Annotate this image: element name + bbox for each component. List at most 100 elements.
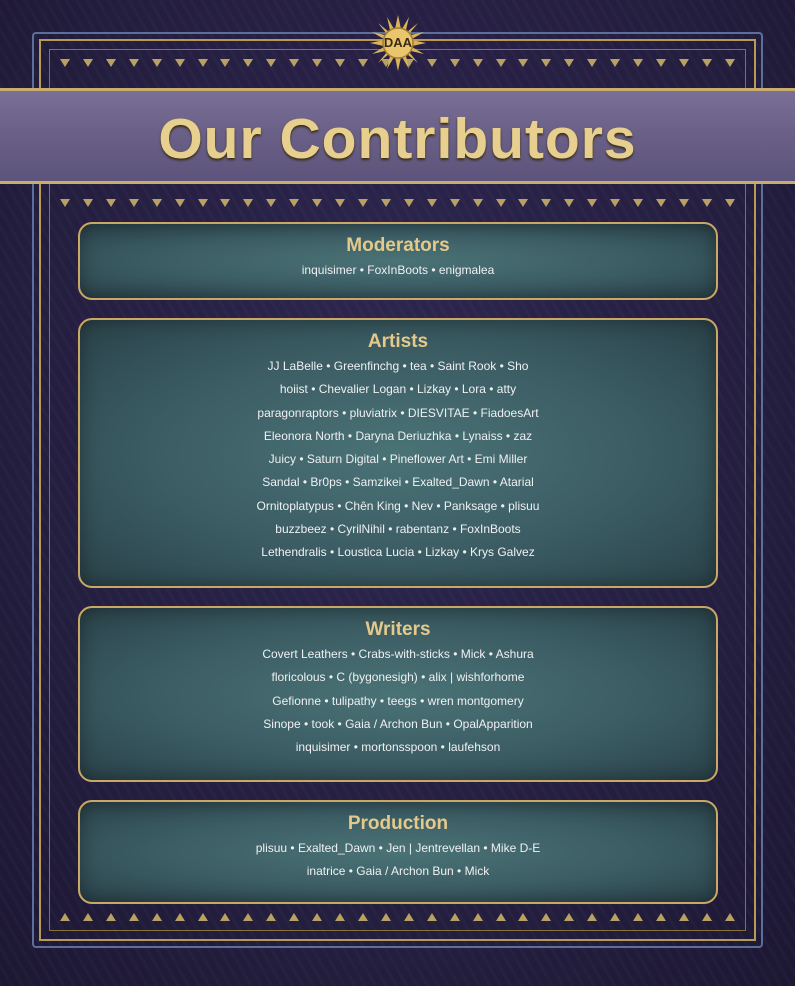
moderators-line: inquisimer • FoxInBoots • enigmalea	[301, 263, 495, 277]
triangle-ornament	[266, 913, 277, 921]
artists-line: Sandal • Br0ps • Samzikei • Exalted_Dawn…	[262, 475, 534, 490]
triangle-ornament	[518, 913, 529, 921]
writers-line: Covert Leathers • Crabs-with-sticks • Mi…	[262, 647, 534, 661]
triangle-ornament	[701, 199, 712, 207]
triangle-ornament	[197, 913, 208, 921]
artists-line: Lethendralis • Loustica Lucia • Lizkay •…	[261, 545, 535, 560]
triangle-ornament	[82, 913, 93, 921]
artists-line: Eleonora North • Daryna Deriuzhka • Lyna…	[263, 428, 533, 443]
triangle-ornament	[357, 59, 368, 67]
triangle-ornament	[587, 913, 598, 921]
writers-line: Sinope • took • Gaia / Archon Bun • Opal…	[263, 716, 533, 731]
triangle-ornament	[243, 913, 254, 921]
triangle-ornament	[151, 59, 162, 67]
moderators-title: Moderators	[346, 235, 450, 256]
triangle-ornament	[174, 59, 185, 67]
artists-line: JJ LaBelle • Greenfinchg • tea • Saint R…	[267, 359, 529, 373]
triangle-ornament	[541, 199, 552, 207]
triangle-ornament	[266, 59, 277, 67]
triangle-ornament	[60, 913, 70, 921]
triangle-ornament	[197, 59, 208, 67]
triangle-ornament	[678, 199, 689, 207]
artists-line: Ornitoplatypus • Chên King • Nev • Panks…	[256, 498, 540, 513]
moderators-list: inquisimer • FoxInBoots • enigmalea	[80, 259, 716, 282]
triangle-ornament	[472, 913, 483, 921]
triangle-ornament	[335, 59, 346, 67]
triangle-ornament	[518, 199, 529, 207]
triangle-ornament	[60, 199, 70, 207]
writers-line: floricolous • C (bygonesigh) • alix | wi…	[271, 670, 525, 685]
production-line: plisuu • Exalted_Dawn • Jen | Jentrevell…	[255, 841, 541, 855]
triangle-ornament	[701, 59, 712, 67]
triangle-ornament	[633, 199, 644, 207]
triangle-ornament	[678, 913, 689, 921]
writers-panel: Writers Covert Leathers • Crabs-with-sti…	[78, 606, 718, 782]
triangle-ornament	[174, 199, 185, 207]
triangle-ornament	[655, 199, 666, 207]
triangle-ornament	[701, 913, 712, 921]
triangle-ornament	[449, 59, 460, 67]
artists-line: Juicy • Saturn Digital • Pineflower Art …	[268, 452, 528, 467]
triangle-ornament	[564, 59, 575, 67]
artists-panel: Artists JJ LaBelle • Greenfinchg • tea •…	[78, 318, 718, 588]
logo-text: DAA	[383, 35, 413, 50]
triangle-ornament	[587, 199, 598, 207]
triangle-ornament	[655, 913, 666, 921]
triangle-ornament	[633, 59, 644, 67]
triangle-ornament	[105, 913, 116, 921]
artists-title: Artists	[367, 331, 429, 352]
production-line: inatrice • Gaia / Archon Bun • Mick	[306, 864, 490, 879]
triangle-ornament	[541, 59, 552, 67]
artists-list: JJ LaBelle • Greenfinchg • tea • Saint R…	[80, 355, 716, 565]
triangle-ornament	[174, 913, 185, 921]
triangle-ornament	[724, 913, 735, 921]
triangle-ornament	[518, 59, 529, 67]
triangle-ornament	[380, 199, 391, 207]
triangle-ornament	[289, 59, 300, 67]
production-list: plisuu • Exalted_Dawn • Jen | Jentrevell…	[80, 837, 716, 884]
moderators-panel: Moderators inquisimer • FoxInBoots • eni…	[78, 222, 718, 300]
title-banner: Our Contributors	[0, 88, 795, 184]
production-title: Production	[347, 813, 449, 834]
triangle-ornament	[128, 59, 139, 67]
triangle-ornament	[449, 199, 460, 207]
triangle-ornament	[633, 913, 644, 921]
production-panel: Production plisuu • Exalted_Dawn • Jen |…	[78, 800, 718, 904]
writers-line: Gefionne • tulipathy • teegs • wren mont…	[272, 693, 524, 708]
triangle-ornament	[541, 913, 552, 921]
writers-title: Writers	[365, 619, 431, 640]
writers-list: Covert Leathers • Crabs-with-sticks • Mi…	[80, 643, 716, 759]
triangle-ornament	[724, 59, 735, 67]
writers-line: inquisimer • mortonsspoon • laufehson	[295, 740, 501, 755]
contributors-poster: Our Contributors DAA Moderators inquisim…	[0, 0, 795, 986]
triangle-ornament	[105, 59, 116, 67]
triangle-ornament	[678, 59, 689, 67]
bottom-triangle-border	[60, 910, 735, 924]
triangle-ornament	[449, 913, 460, 921]
triangle-ornament	[564, 199, 575, 207]
triangle-ornament	[564, 913, 575, 921]
triangle-ornament	[220, 59, 231, 67]
triangle-ornament	[312, 59, 323, 67]
triangle-ornament	[243, 59, 254, 67]
triangle-ornament	[243, 199, 254, 207]
triangle-ornament	[312, 199, 323, 207]
triangle-ornament	[472, 59, 483, 67]
artists-line: hoiist • Chevalier Logan • Lizkay • Lora…	[279, 382, 517, 397]
triangle-ornament	[60, 59, 70, 67]
triangle-ornament	[197, 199, 208, 207]
triangle-ornament	[724, 199, 735, 207]
triangle-ornament	[82, 59, 93, 67]
triangle-ornament	[220, 913, 231, 921]
artists-line: buzzbeez • CyrilNihil • rabentanz • FoxI…	[275, 522, 521, 537]
triangle-ornament	[220, 199, 231, 207]
triangle-ornament	[495, 59, 506, 67]
triangle-ornament	[128, 913, 139, 921]
triangle-ornament	[289, 199, 300, 207]
triangle-ornament	[610, 59, 621, 67]
daa-logo: DAA	[370, 15, 426, 71]
triangle-ornament	[335, 199, 346, 207]
triangle-ornament	[495, 913, 506, 921]
triangle-ornament	[403, 199, 414, 207]
triangle-ornament	[82, 199, 93, 207]
